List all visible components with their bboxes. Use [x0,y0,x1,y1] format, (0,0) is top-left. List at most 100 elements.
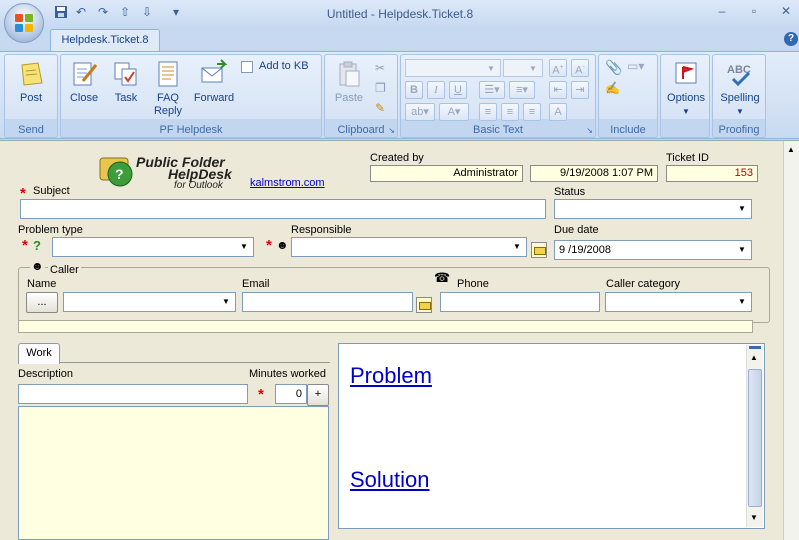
font-name-combo[interactable]: ▼ [405,59,501,77]
group-label-proofing: Proofing [718,124,760,136]
format-painter-icon[interactable]: ✎ [375,101,385,115]
maximize-icon[interactable]: ▫ [744,4,764,20]
shrink-font-icon[interactable]: A- [571,59,589,77]
problem-type-select[interactable]: ▼ [52,237,254,257]
caller-email-label: Email [242,278,270,290]
caller-category-select[interactable]: ▼ [605,292,752,312]
description-textarea[interactable] [18,406,329,540]
description-input[interactable] [18,384,248,404]
problem-link[interactable]: Problem [350,363,432,389]
close-ticket-button[interactable]: Close [65,59,103,105]
subject-input[interactable] [20,199,546,219]
minimize-icon[interactable]: – [712,4,732,20]
cut-icon[interactable]: ✂ [375,61,385,75]
forward-button[interactable]: Forward [189,59,239,105]
close-ticket-icon [73,62,98,86]
caller-phone-label: Phone [457,278,489,290]
caller-phone-input[interactable] [440,292,600,312]
bold-icon[interactable]: B [405,81,423,99]
add-minutes-button[interactable]: + [307,384,329,406]
solution-link[interactable]: Solution [350,467,430,493]
highlight-icon[interactable]: ab▾ [405,103,435,121]
kalmstrom-link[interactable]: kalmstrom.com [250,177,325,189]
basic-text-launcher-icon[interactable]: ↘ [586,126,593,135]
chevron-down-icon: ▼ [513,242,521,251]
help-icon[interactable]: ? [784,32,798,46]
group-label-pf-helpdesk: PF Helpdesk [159,124,223,136]
flag-icon [675,62,697,84]
group-include: 📎 ▭▾ ✍ Include [598,54,658,138]
scroll-up-icon[interactable]: ▲ [787,145,795,154]
grow-font-icon[interactable]: A+ [549,59,567,77]
signature-icon[interactable]: ✍ [605,81,620,95]
caller-lookup-button[interactable]: ... [26,292,58,313]
scrollbar-thumb[interactable] [748,369,762,507]
post-icon [21,62,43,86]
styles-icon[interactable]: A [549,103,567,121]
spelling-button[interactable]: ABC Spelling ▼ [715,59,765,118]
due-date-picker[interactable]: 9 /19/2008 ▼ [554,240,752,260]
caller-mail-icon[interactable] [416,297,432,313]
helpdesk-logo: ? Public Folder HelpDesk for Outlook [98,150,248,192]
status-select[interactable]: ▼ [554,199,752,219]
tab-work[interactable]: Work [18,343,60,364]
save-icon[interactable] [54,5,68,23]
due-date-label: Due date [554,224,599,236]
redo-icon[interactable]: ↷ [98,5,108,23]
numbering-icon[interactable]: ≡▾ [509,81,535,99]
align-center-icon[interactable]: ≡ [501,103,519,121]
bullets-icon[interactable]: ☰▾ [479,81,505,99]
underline-icon[interactable]: U [449,81,467,99]
italic-icon[interactable]: I [427,81,445,99]
copy-icon[interactable]: ❐ [375,81,386,95]
options-button[interactable]: Options ▼ [663,59,709,118]
caller-person-icon: ☻ [30,259,45,273]
align-right-icon[interactable]: ≡ [523,103,541,121]
responsible-select[interactable]: ▼ [291,237,527,257]
responsible-person-icon: ☻ [276,238,289,252]
customize-toolbar-icon[interactable]: ▾ [173,5,179,23]
task-button[interactable]: Task [107,59,145,105]
add-to-kb-checkbox[interactable] [241,61,253,73]
tab-divider [60,362,330,363]
post-button[interactable]: Post [9,59,53,105]
chevron-down-icon: ▼ [738,204,746,213]
minutes-worked-input[interactable]: 0 [275,384,307,404]
paste-button[interactable]: Paste [329,59,369,105]
minutes-required-icon: * [258,386,264,403]
clipboard-launcher-icon[interactable]: ↘ [388,126,395,135]
scrollbar-split-handle[interactable] [749,346,761,349]
attach-item-icon[interactable]: ▭▾ [627,59,644,73]
phone-icon: ☎ [434,270,451,285]
description-label: Description [18,368,74,380]
font-size-combo[interactable]: ▼ [503,59,543,77]
chevron-down-icon: ▼ [738,297,746,306]
caller-category-label: Caller category [606,278,680,290]
font-color-icon[interactable]: A▾ [439,103,469,121]
responsible-required-icon: * [266,237,272,254]
undo-icon[interactable]: ↶ [76,5,86,23]
scroll-down-icon[interactable]: ▼ [750,513,758,522]
form-scrollbar[interactable]: ▲ [783,141,799,540]
document-scrollbar[interactable]: ▲ ▼ [746,345,763,527]
group-pf-helpdesk: Close Task FAQ Reply Forward Add to KB P… [60,54,322,138]
ticket-id-label: Ticket ID [666,152,709,164]
decrease-indent-icon[interactable]: ⇤ [549,81,567,99]
caller-name-select[interactable]: ▼ [63,292,236,312]
scroll-up-icon[interactable]: ▲ [750,353,758,362]
office-button[interactable] [4,3,44,43]
align-left-icon[interactable]: ≡ [479,103,497,121]
responsible-mail-icon[interactable] [531,242,547,258]
caller-email-input[interactable] [242,292,413,312]
increase-indent-icon[interactable]: ⇥ [571,81,589,99]
tab-helpdesk-ticket[interactable]: Helpdesk.Ticket.8 [50,29,160,52]
caller-name-label: Name [27,278,57,290]
attach-file-icon[interactable]: 📎 [605,59,622,76]
next-item-icon[interactable]: ⇩ [142,5,152,23]
faq-reply-button[interactable]: FAQ Reply [147,59,189,118]
previous-item-icon[interactable]: ⇧ [120,5,130,23]
ticket-id-value: 153 [666,165,758,182]
task-icon [114,62,137,86]
group-label-include: Include [610,124,646,136]
close-icon[interactable]: ✕ [776,4,796,20]
